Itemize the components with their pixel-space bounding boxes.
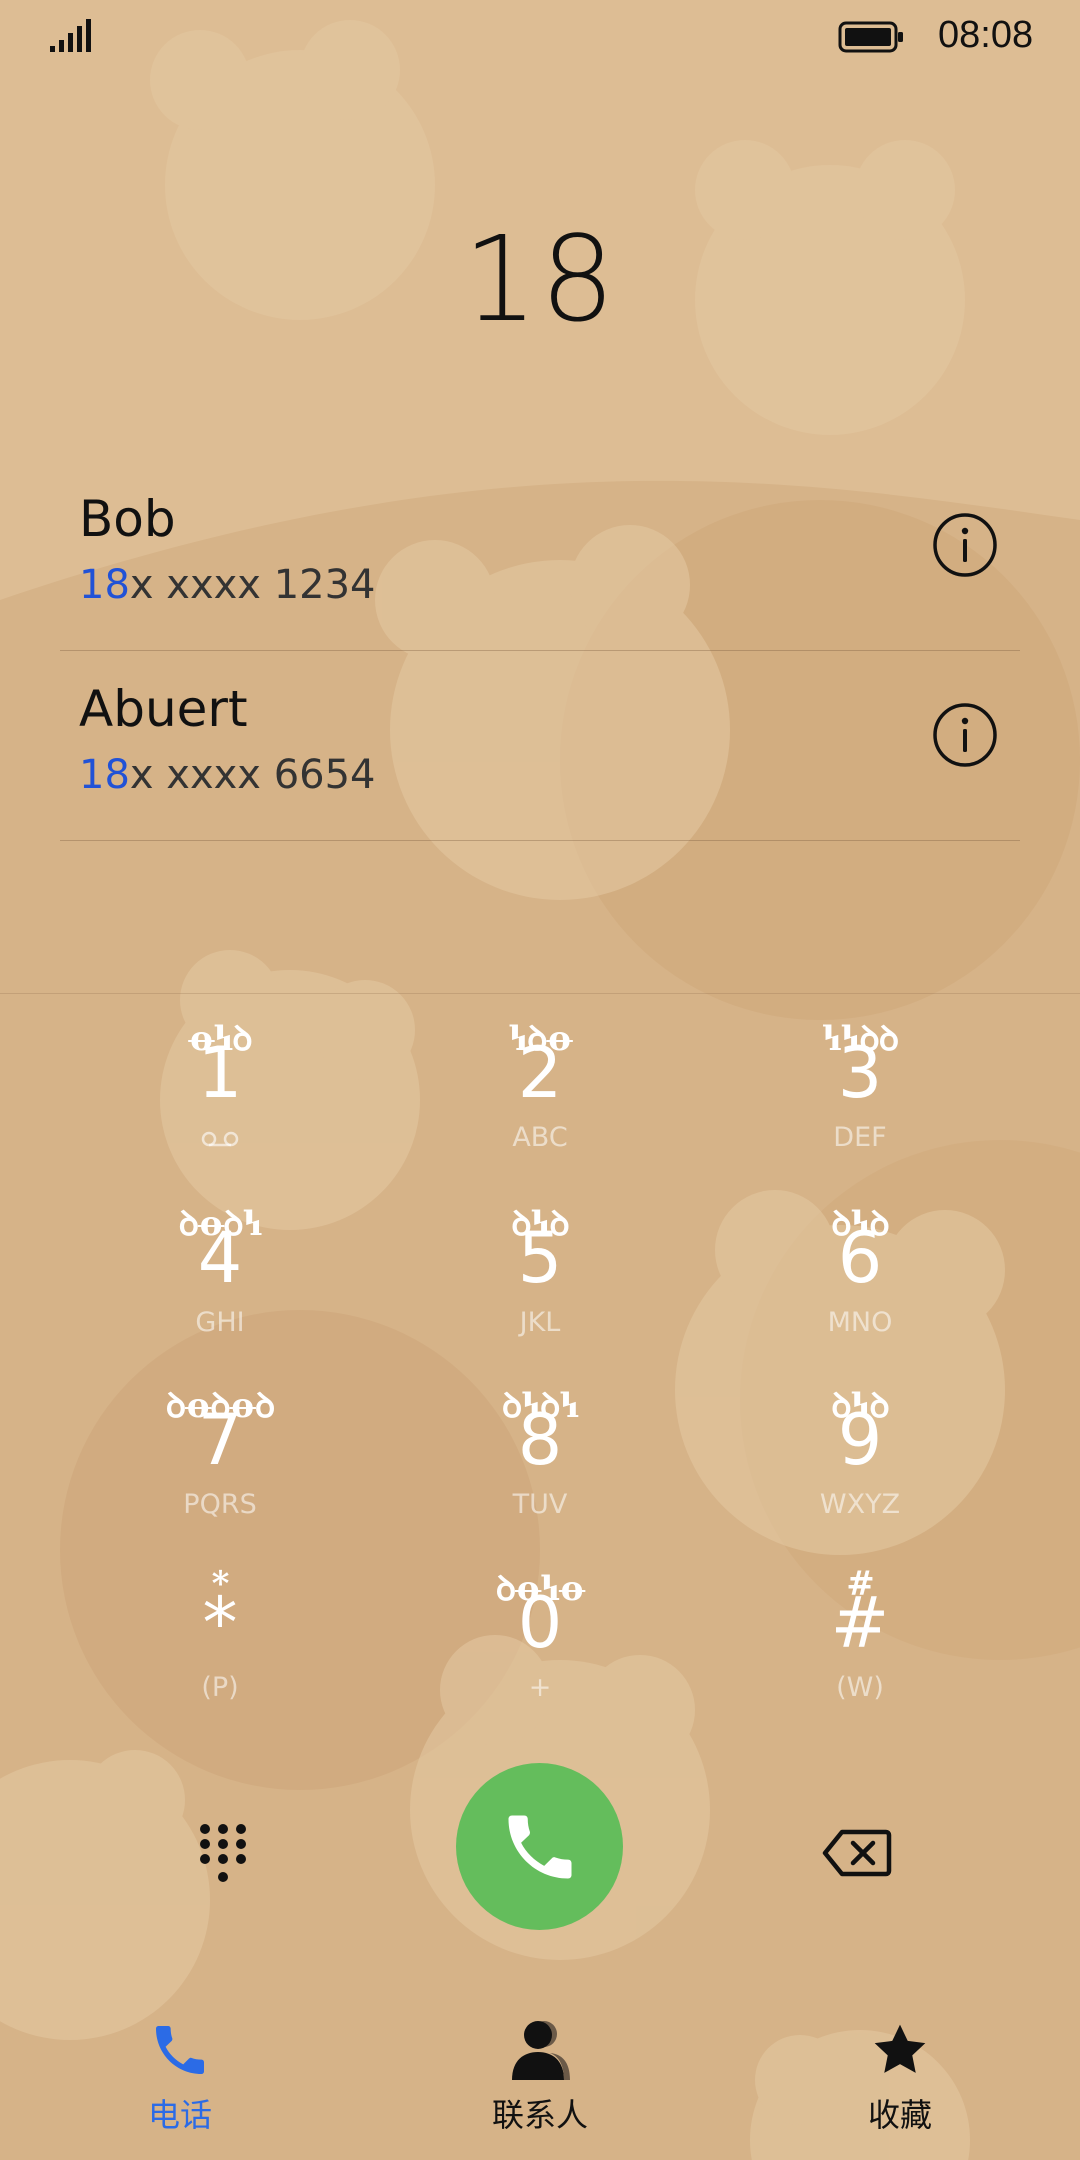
key-6[interactable]: ꝺꝇꝺ 6 MNO [710, 1179, 1010, 1359]
nav-label: 电话 [147, 2096, 212, 2134]
key-hash[interactable]: # # (W) [710, 1544, 1010, 1724]
contact-name: Bob [79, 490, 176, 548]
number-match-highlight: 18 [79, 562, 130, 608]
info-icon[interactable] [932, 702, 998, 768]
key-1[interactable]: ꝋꝇꝺ 1 [70, 994, 370, 1174]
nav-label: 联系人 [491, 2096, 588, 2134]
nav-tab-phone[interactable]: 电话 [80, 2018, 280, 2138]
nav-tab-favorites[interactable]: 收藏 [800, 2018, 1000, 2138]
key-8[interactable]: ꝺꝇꝺꝇ 8 TUV [390, 1361, 690, 1541]
key-letters: WXYZ [819, 1489, 901, 1520]
key-letters: JKL [519, 1307, 561, 1338]
key-3[interactable]: ꝇꝇꝺꝺ 3 DEF [710, 994, 1010, 1174]
key-letters: (P) [201, 1672, 239, 1703]
status-time: 08:08 [938, 14, 1034, 56]
key-letters: GHI [195, 1307, 245, 1338]
contact-name: Abuert [79, 680, 248, 738]
battery-icon [838, 21, 903, 53]
number-rest: x xxxx 6654 [129, 752, 376, 798]
contact-row-abuert[interactable]: Abuert 18x xxxx 6654 [60, 650, 1020, 841]
key-digit: 0 [517, 1582, 563, 1664]
key-digit: 9 [837, 1399, 883, 1481]
key-letters: + [528, 1672, 552, 1703]
phone-icon [508, 1815, 572, 1879]
key-digit: * [202, 1582, 238, 1664]
key-letters: (W) [836, 1672, 884, 1703]
key-digit: 6 [837, 1217, 883, 1299]
dial-keypad: ꝋꝇꝺ 1 ꝇꝺꝋ 2 ABC ꝇꝇꝺꝺ 3 DEF ꝺꝋꝺꝇ 4 GHI ꝺꝇ… [0, 993, 1080, 1734]
contacts-person-icon [512, 2021, 570, 2080]
key-letters: MNO [827, 1307, 893, 1338]
key-letters: DEF [833, 1122, 887, 1153]
backspace-icon[interactable] [822, 1828, 892, 1878]
key-9[interactable]: ꝺꝇꝺ 9 WXYZ [710, 1361, 1010, 1541]
key-7[interactable]: ꝺꝋꝺꝋꝺ 7 PQRS [70, 1361, 370, 1541]
key-letters: TUV [512, 1489, 568, 1520]
key-digit: 5 [517, 1217, 563, 1299]
contact-number: 18x xxxx 1234 [79, 562, 376, 608]
contact-row-bob[interactable]: Bob 18x xxxx 1234 [60, 460, 1020, 651]
dialpad-grid-icon[interactable] [198, 1822, 248, 1884]
key-0[interactable]: ꝺꝋꝇꝋ 0 + [390, 1544, 690, 1724]
dialed-number-display[interactable]: 18 [0, 210, 1080, 348]
phone-icon [156, 2026, 204, 2074]
nav-label: 收藏 [867, 2096, 932, 2134]
key-letters: ABC [512, 1122, 568, 1153]
key-digit: 7 [197, 1399, 243, 1481]
nav-tab-contacts[interactable]: 联系人 [440, 2018, 640, 2138]
star-icon [874, 2024, 926, 2073]
key-digit: 4 [197, 1217, 243, 1299]
key-digit: 2 [517, 1032, 563, 1114]
key-2[interactable]: ꝇꝺꝋ 2 ABC [390, 994, 690, 1174]
status-bar: 08:08 [0, 0, 1080, 72]
key-digit: 8 [517, 1399, 563, 1481]
key-5[interactable]: ꝺꝇꝺ 5 JKL [390, 1179, 690, 1359]
number-rest: x xxxx 1234 [129, 562, 376, 608]
signal-bars-icon [50, 19, 91, 52]
key-letters: PQRS [183, 1489, 257, 1520]
key-star[interactable]: * * (P) [70, 1544, 370, 1724]
number-match-highlight: 18 [79, 752, 130, 798]
key-4[interactable]: ꝺꝋꝺꝇ 4 GHI [70, 1179, 370, 1359]
key-digit: # [830, 1582, 890, 1664]
call-button[interactable] [456, 1763, 623, 1930]
key-digit: 1 [197, 1032, 243, 1114]
voicemail-icon [201, 1131, 239, 1147]
key-digit: 3 [837, 1032, 883, 1114]
info-icon[interactable] [932, 512, 998, 578]
contact-number: 18x xxxx 6654 [79, 752, 376, 798]
